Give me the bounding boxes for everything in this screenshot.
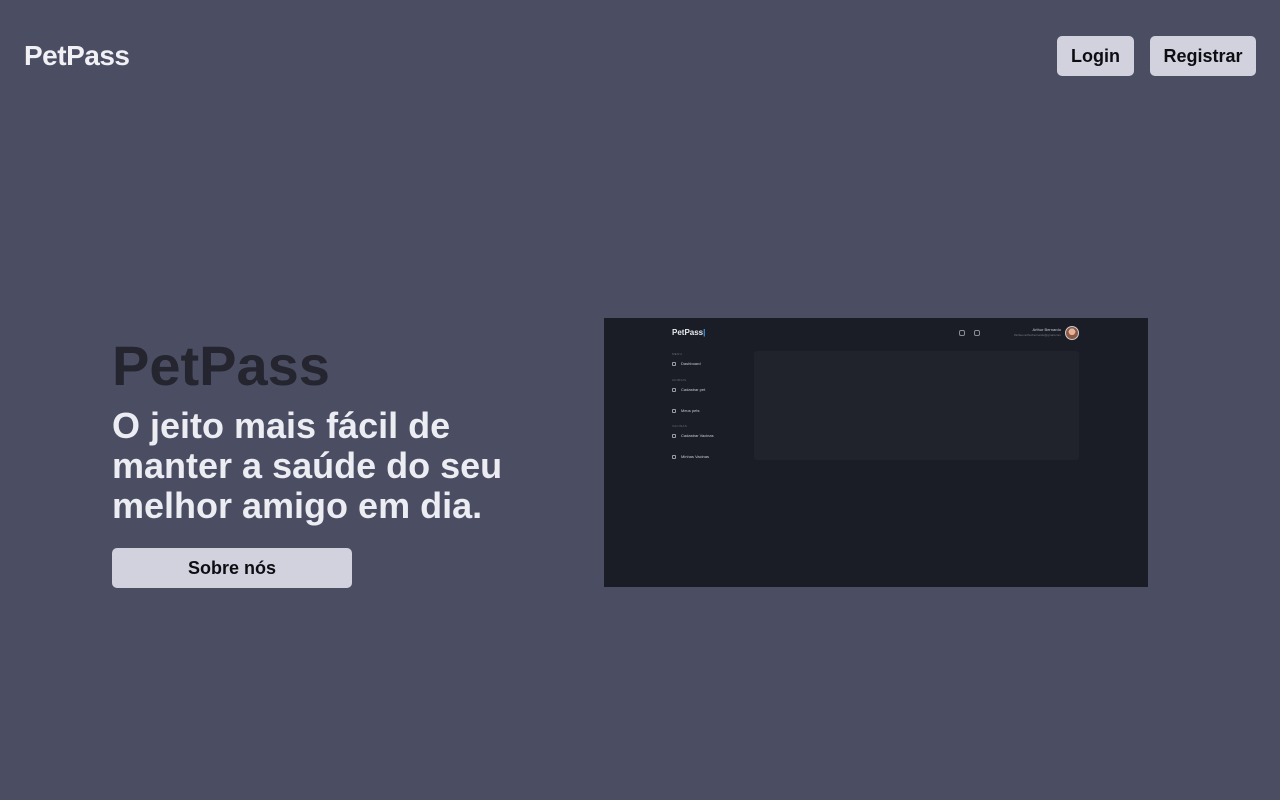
preview-item-my-pets: Meus pets [672,408,699,413]
dashboard-icon [672,361,676,366]
top-nav: PetPass Login Registrar [0,0,1280,112]
preview-item-label: Cadastrar pet [681,387,706,392]
about-us-button[interactable]: Sobre nós [112,548,352,588]
preview-item-label: Cadastrar Vacinas [681,433,714,438]
preview-section-menu: MENU [672,352,683,356]
preview-user-email: thiribes.arthurbernardo@gmail.com [1013,333,1061,337]
login-button[interactable]: Login [1057,36,1134,76]
preview-item-add-pet: Cadastrar pet [672,387,705,392]
preview-logo: PetPass| [672,328,706,337]
register-button[interactable]: Registrar [1150,36,1256,76]
preview-calendar-icon [974,330,980,336]
app-preview-image: PetPass| Arthur Bernardo thiribes.arthur… [604,318,1148,587]
add-pet-icon [672,387,676,392]
preview-content-card [754,351,1079,460]
preview-section-vaccines: VACINAS [672,424,688,428]
preview-item-label: Meus pets [681,408,700,413]
preview-section-animals: ANIMAIS [672,378,687,382]
preview-item-label: Dashboard [681,361,701,366]
pets-icon [672,408,676,413]
preview-item-add-vaccine: Cadastrar Vacinas [672,433,714,438]
preview-logo-text: PetPass [672,328,704,337]
add-vaccine-icon [672,433,676,438]
preview-user-name: Arthur Bernardo [1032,327,1061,332]
hero-section: PetPass O jeito mais fácil de manter a s… [112,334,552,526]
preview-item-my-vaccines: Minhas Vacinas [672,454,709,459]
preview-item-dashboard: Dashboard [672,361,701,366]
vaccines-icon [672,454,676,459]
brand-logo[interactable]: PetPass [24,40,130,72]
hero-title: PetPass [112,334,330,397]
hero-subtitle: O jeito mais fácil de manter a saúde do … [112,405,503,526]
preview-item-label: Minhas Vacinas [681,454,709,459]
preview-avatar [1065,326,1079,340]
preview-theme-icon [959,330,965,336]
